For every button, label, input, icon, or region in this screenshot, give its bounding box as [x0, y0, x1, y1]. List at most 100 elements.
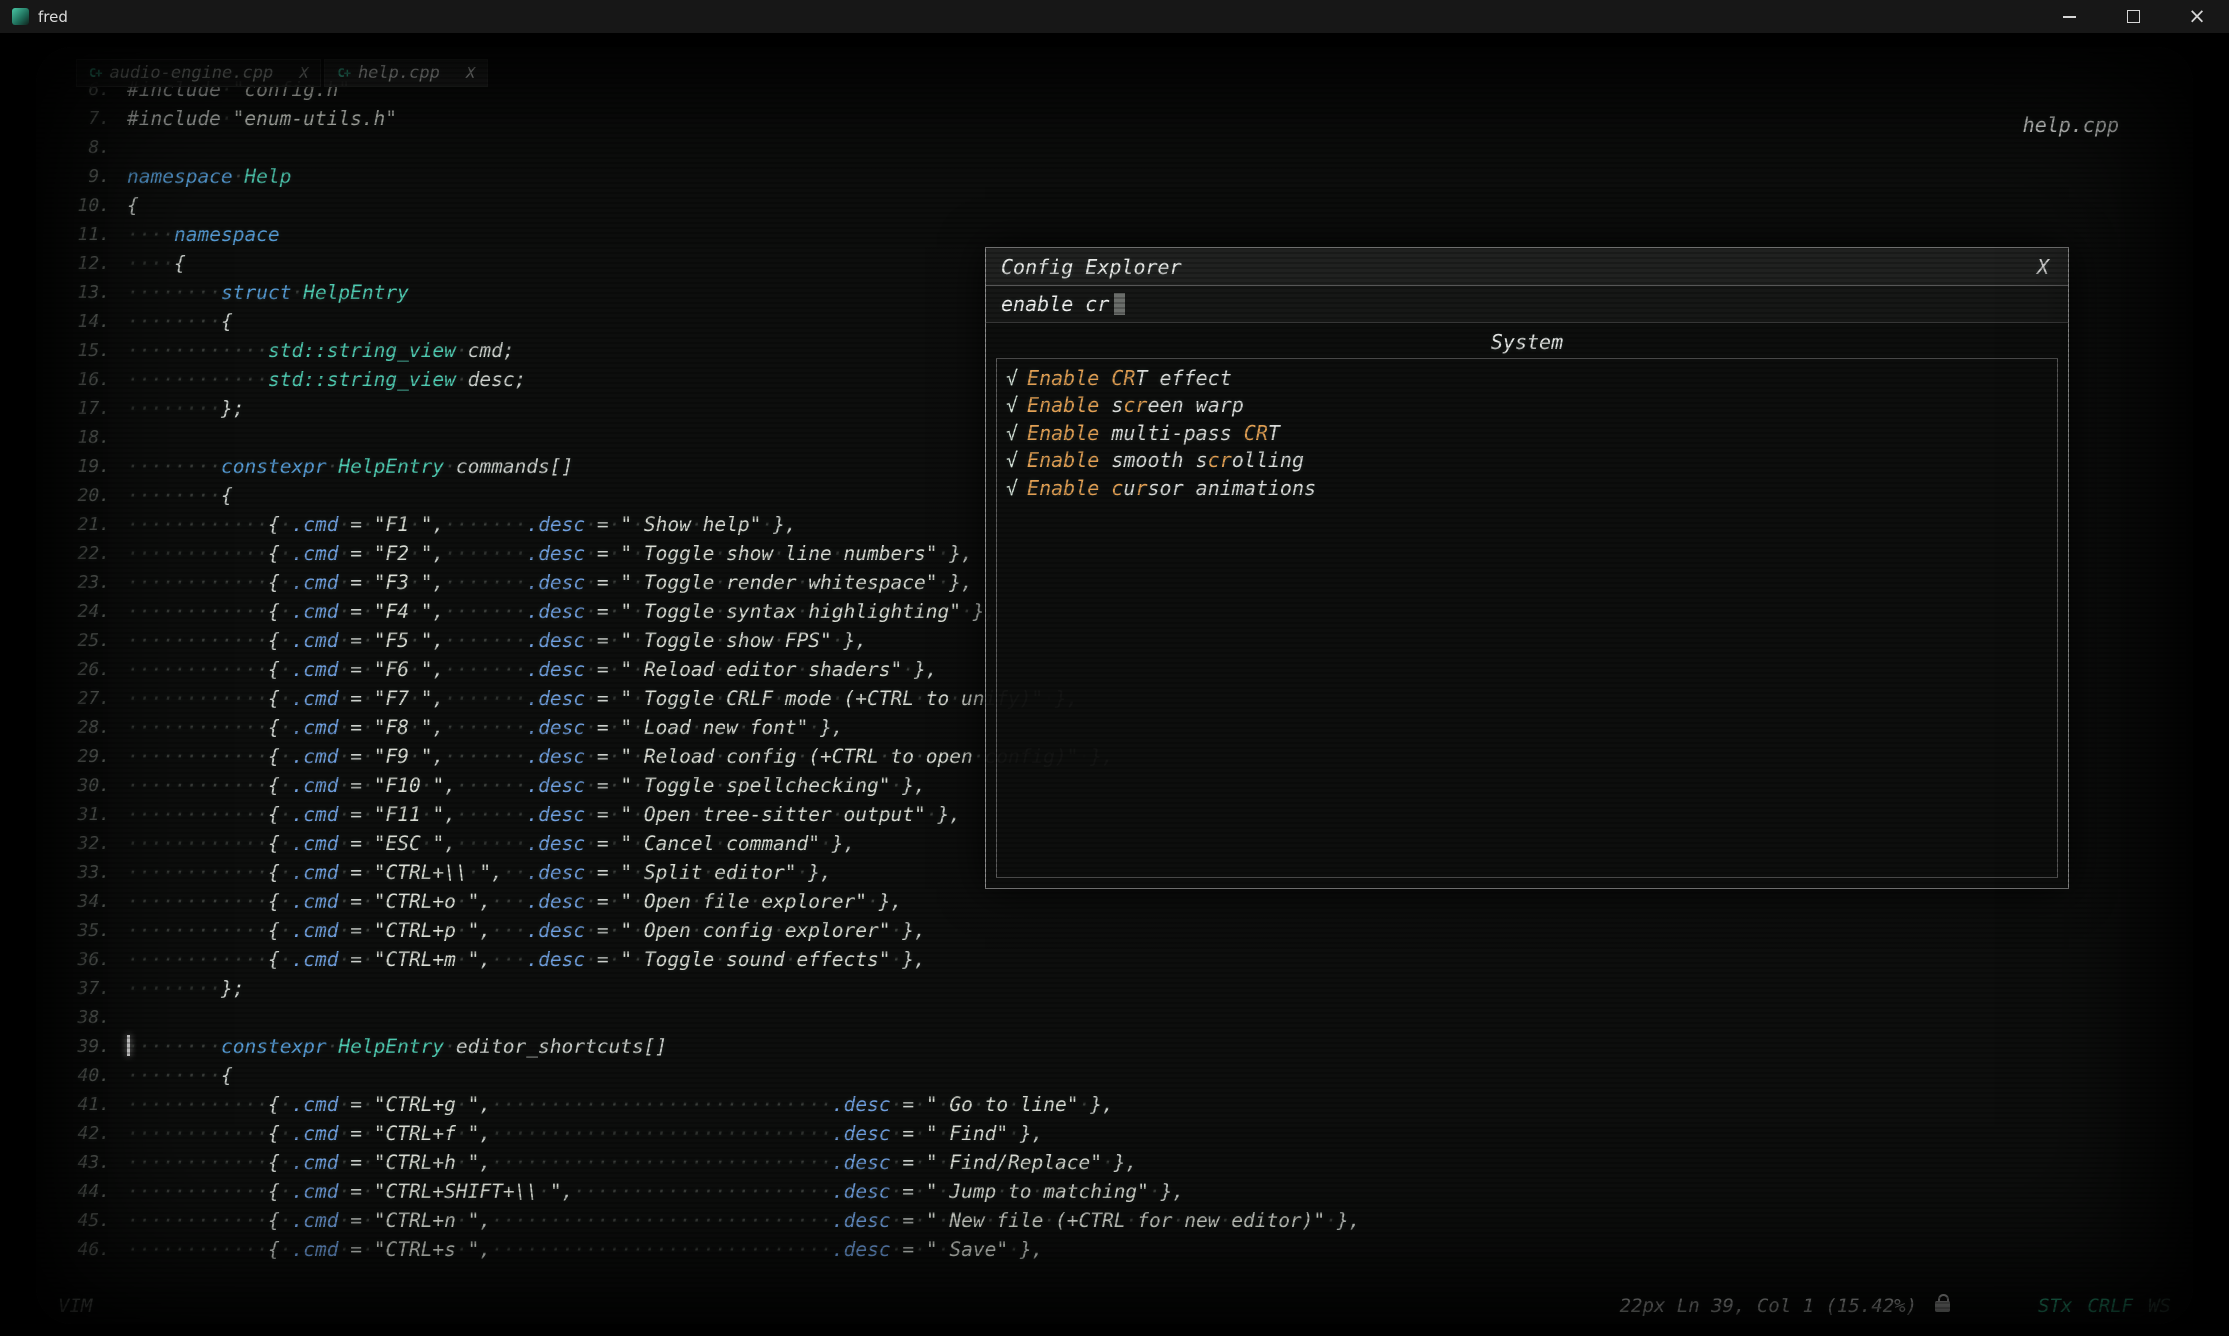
line-number: 20.	[36, 481, 127, 510]
whitespace-flag: WS	[2148, 1295, 2171, 1317]
config-option[interactable]: √Enable multi-pass CRT	[1006, 419, 2048, 447]
code-line: 42.············{·.cmd·=·"CTRL+f·",······…	[36, 1119, 2193, 1148]
line-number: 34.	[36, 887, 127, 916]
popup-title: Config Explorer	[1001, 255, 1182, 279]
statusbar-right: 22px Ln 39, Col 1 (15.42%) STx CRLF WS	[1620, 1295, 2171, 1317]
line-number: 37.	[36, 974, 127, 1003]
tab-close-button[interactable]: X	[466, 64, 475, 82]
config-option[interactable]: √Enable cursor animations	[1006, 474, 2048, 502]
code-line: 10.{	[36, 191, 2193, 220]
checkbox-checked-icon: √	[1006, 448, 1018, 472]
line-number: 17.	[36, 394, 127, 423]
line-number: 44.	[36, 1177, 127, 1206]
line-number: 19.	[36, 452, 127, 481]
crlf-flag: CRLF	[2087, 1295, 2133, 1317]
line-number: 7.	[36, 104, 127, 133]
checkbox-checked-icon: √	[1006, 421, 1018, 445]
line-number: 32.	[36, 829, 127, 858]
line-number: 11.	[36, 220, 127, 249]
code-line: 44.············{·.cmd·=·"CTRL+SHIFT+\\·"…	[36, 1177, 2193, 1206]
cursor-position: 22px Ln 39, Col 1 (15.42%)	[1620, 1295, 1917, 1317]
line-number: 14.	[36, 307, 127, 336]
tab-help.cpp[interactable]: C+ help.cpp X	[324, 59, 488, 87]
filename-overlay: help.cpp	[2023, 113, 2119, 137]
titlebar: fred ×	[0, 0, 2229, 33]
line-number: 33.	[36, 858, 127, 887]
line-number: 22.	[36, 539, 127, 568]
code-line: 35.············{·.cmd·=·"CTRL+p·",···.de…	[36, 916, 2193, 945]
minimize-icon	[2063, 16, 2076, 18]
statusbar-flags: STx CRLF WS	[2038, 1295, 2171, 1317]
search-cursor	[1114, 293, 1125, 315]
line-number: 24.	[36, 597, 127, 626]
line-number: 30.	[36, 771, 127, 800]
line-number: 39.	[36, 1032, 127, 1061]
cpp-file-icon: C+	[89, 66, 101, 80]
line-number: 36.	[36, 945, 127, 974]
tab-label: help.cpp	[358, 63, 450, 83]
config-search-input[interactable]: enable cr	[986, 286, 2068, 323]
code-line: 41.············{·.cmd·=·"CTRL+g·",······…	[36, 1090, 2193, 1119]
minimize-button[interactable]	[2037, 0, 2101, 33]
window-controls: ×	[2037, 0, 2229, 33]
window-title: fred	[38, 8, 68, 26]
code-line: 8.	[36, 133, 2193, 162]
line-number: 27.	[36, 684, 127, 713]
config-explorer-popup: Config Explorer X enable cr System √Enab…	[985, 247, 2069, 889]
syntax-flag: STx	[2038, 1295, 2072, 1317]
line-number: 42.	[36, 1119, 127, 1148]
config-option[interactable]: √Enable smooth scrolling	[1006, 447, 2048, 475]
line-number: 10.	[36, 191, 127, 220]
search-input-value: enable cr	[1001, 292, 1109, 316]
line-number: 12.	[36, 249, 127, 278]
line-number: 16.	[36, 365, 127, 394]
line-number: 45.	[36, 1206, 127, 1235]
lock-icon	[1935, 1301, 1950, 1312]
app-icon	[12, 8, 29, 25]
checkbox-checked-icon: √	[1006, 476, 1018, 500]
line-number: 46.	[36, 1235, 127, 1264]
line-number: 23.	[36, 568, 127, 597]
config-option[interactable]: √Enable CRT effect	[1006, 364, 2048, 392]
code-line: 7.#include·"enum-utils.h"	[36, 104, 2193, 133]
line-number: 43.	[36, 1148, 127, 1177]
line-number: 25.	[36, 626, 127, 655]
line-number: 28.	[36, 713, 127, 742]
tab-audio-engine.cpp[interactable]: C+audio-engine.cpp X	[76, 59, 321, 87]
line-number: 9.	[36, 162, 127, 191]
tab-close-button[interactable]: X	[299, 64, 308, 82]
code-line: 43.············{·.cmd·=·"CTRL+h·",······…	[36, 1148, 2193, 1177]
maximize-button[interactable]	[2101, 0, 2165, 33]
crt-editor-screen: C+audio-engine.cpp XC+help.cpp X help.cp…	[36, 47, 2193, 1324]
code-line: 11.····namespace	[36, 220, 2193, 249]
config-option[interactable]: √Enable screen warp	[1006, 392, 2048, 420]
tab-bar: C+audio-engine.cpp XC+help.cpp X	[76, 59, 488, 87]
app-window: fred × C+audio-engine.cpp XC+help.cpp X …	[0, 0, 2229, 1336]
line-number: 15.	[36, 336, 127, 365]
line-number: 8.	[36, 133, 127, 162]
config-options-list: √Enable CRT effect√Enable screen warp√En…	[996, 358, 2058, 878]
checkbox-checked-icon: √	[1006, 366, 1018, 390]
code-line: 9.namespace·Help	[36, 162, 2193, 191]
code-line: 36.············{·.cmd·=·"CTRL+m·",···.de…	[36, 945, 2193, 974]
config-section-header: System	[986, 323, 2068, 359]
popup-close-button[interactable]: X	[2033, 255, 2053, 279]
code-line: 34.············{·.cmd·=·"CTRL+o·",···.de…	[36, 887, 2193, 916]
code-line: 39.········constexpr·HelpEntry·editor_sh…	[36, 1032, 2193, 1061]
code-line: 40.········{	[36, 1061, 2193, 1090]
line-number: 41.	[36, 1090, 127, 1119]
code-line: 45.············{·.cmd·=·"CTRL+n·",······…	[36, 1206, 2193, 1235]
line-number: 31.	[36, 800, 127, 829]
cpp-file-icon: C+	[337, 66, 349, 80]
line-number: 13.	[36, 278, 127, 307]
line-number: 26.	[36, 655, 127, 684]
popup-titlebar[interactable]: Config Explorer X	[986, 248, 2068, 286]
mode-indicator: VIM	[58, 1295, 92, 1317]
line-number: 35.	[36, 916, 127, 945]
maximize-icon	[2127, 10, 2140, 23]
code-line: 37.········};	[36, 974, 2193, 1003]
line-number: 18.	[36, 423, 127, 452]
checkbox-checked-icon: √	[1006, 393, 1018, 417]
statusbar: VIM 22px Ln 39, Col 1 (15.42%) STx CRLF …	[36, 1290, 2193, 1322]
close-button[interactable]: ×	[2165, 0, 2229, 33]
